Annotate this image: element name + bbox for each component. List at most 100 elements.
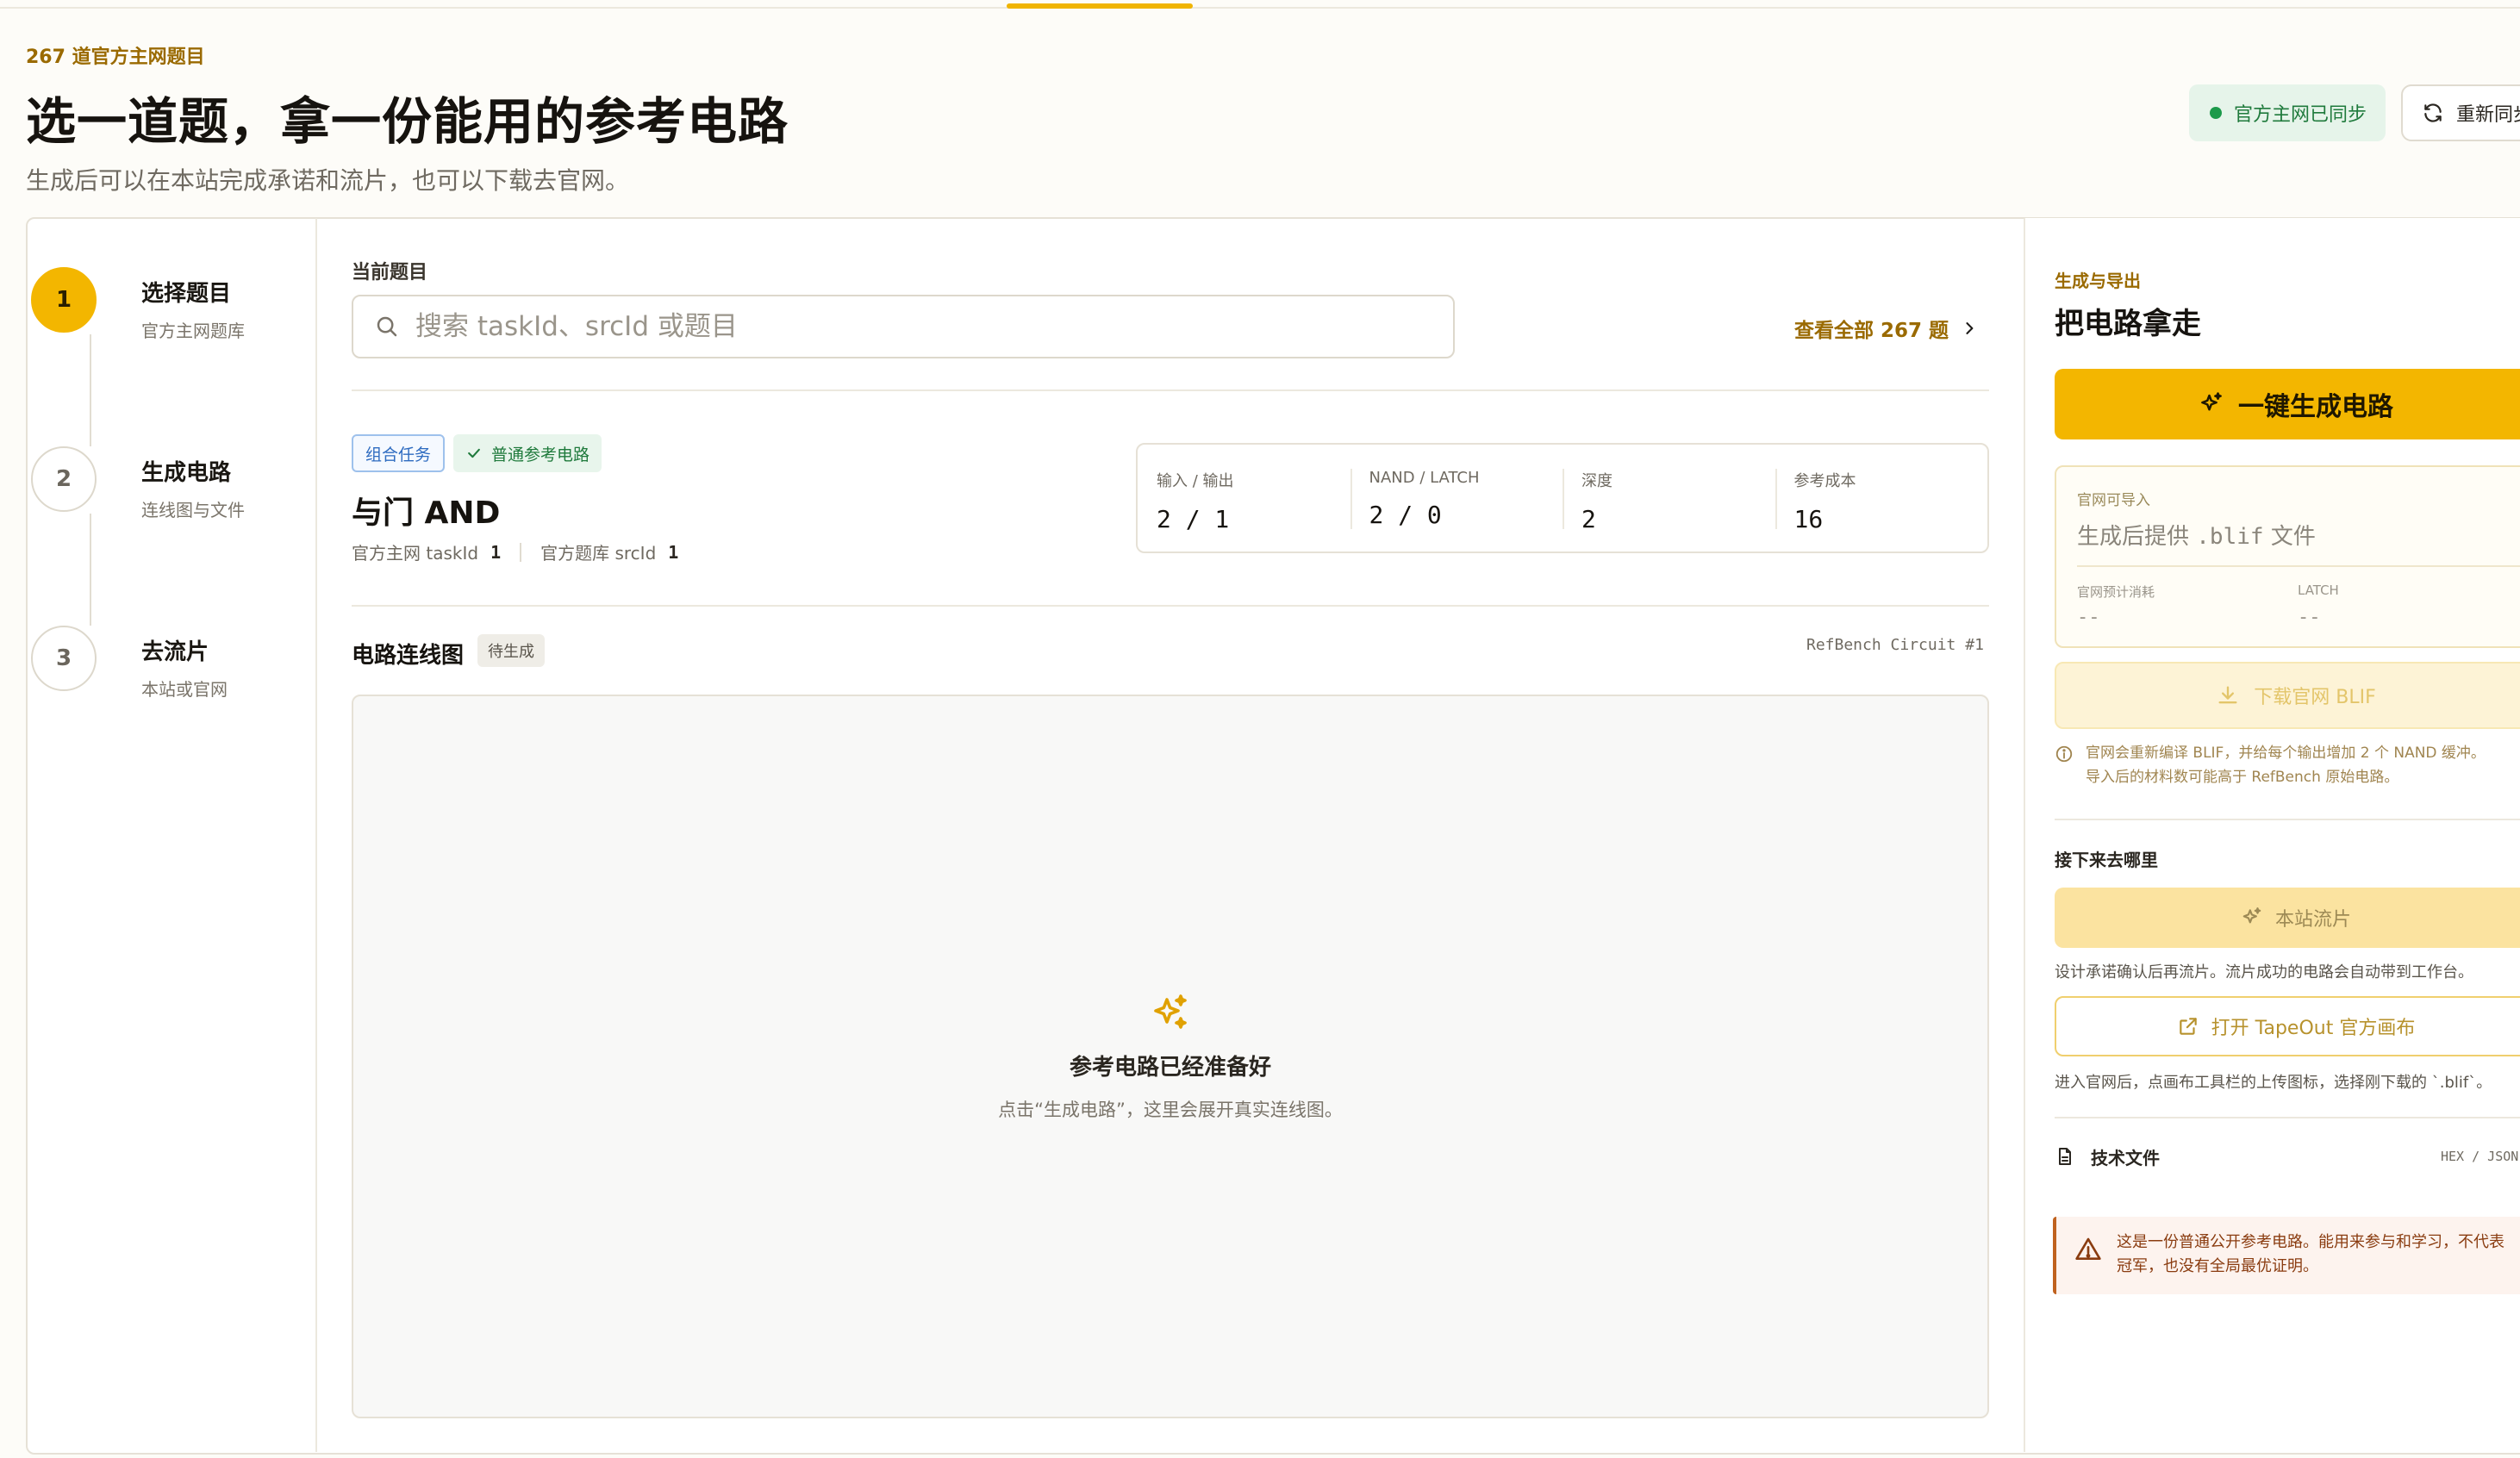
stat-label: 深度 [1581,472,1612,490]
refbench-label: RefBench Circuit #1 [1806,636,1984,654]
view-all-label: 查看全部 267 题 [1794,320,1949,342]
sparkles-icon [2201,392,2222,411]
import-text: 生成后提供 .blif 文件 [2077,519,2316,551]
circuit-type-tag: 普通参考电路 [453,434,602,472]
refresh-icon [2424,103,2442,122]
view-all-link[interactable]: 查看全部 267 题 [1794,314,1978,343]
current-task-label: 当前题目 [352,262,428,284]
id-separator [520,542,522,562]
cost-value: -- [2077,607,2100,628]
stat-value: 2 [1581,505,1596,533]
tapeout-caption: 设计承诺确认后再流片。流片成功的电路会自动带到工作台。 [2055,963,2473,981]
chevron-right-icon [1966,322,1974,334]
import-ext: .blif [2196,524,2264,550]
step-title: 生成电路 [141,460,232,486]
step-title: 选择题目 [141,281,232,307]
next-steps-label: 接下来去哪里 [2055,850,2158,870]
top-nav-underline [0,0,2520,9]
step-connector [90,514,91,626]
step-subtitle: 连线图与文件 [141,500,245,520]
download-label: 下载官网 BLIF [2254,687,2376,708]
stat-label: 参考成本 [1793,472,1856,490]
page-title: 选一道题，拿一份能用的参考电路 [26,92,789,151]
step-subtitle: 官方主网题库 [141,321,245,341]
step-subtitle: 本站或官网 [141,679,228,700]
stat-label: NAND / LATCH [1369,469,1480,487]
step-connector [90,334,91,446]
divider [2077,565,2520,567]
info-icon [2055,745,2073,763]
resync-label: 重新同步 [2456,104,2520,126]
reference-warning: 这是一份普通公开参考电路。能用来参与和学习，不代表 冠军，也没有全局最优证明。 [2053,1217,2520,1294]
stat-depth: 深度 2 [1563,445,1775,551]
task-ids: 官方主网 taskId 1 官方题库 srcId 1 [352,539,678,564]
task-stats: 输入 / 输出 2 / 1 NAND / LATCH 2 / 0 深度 2 参考… [1136,443,1989,553]
step-number: 3 [31,626,97,691]
search-field[interactable] [352,295,1455,358]
resync-button[interactable]: 重新同步 [2401,84,2520,141]
note-line: 导入后的材料数可能高于 RefBench 原始电路。 [2086,769,2399,786]
task-type-tag: 组合任务 [352,434,446,472]
stat-nand-latch: NAND / LATCH 2 / 0 [1350,445,1563,551]
tapeout-label: 本站流片 [2274,909,2351,931]
step-number: 2 [31,446,97,512]
stat-value: 2 / 0 [1369,501,1442,529]
external-link-icon [2179,1018,2197,1035]
stat-value: 2 / 1 [1157,505,1230,533]
sparkles-icon [2242,907,2261,924]
canvas-label: 打开 TapeOut 官方画布 [2211,1018,2416,1039]
task-title: 与门 AND [352,495,501,531]
active-tab-indicator [1007,3,1193,9]
sync-status-label: 官方主网已同步 [2234,104,2367,126]
note-line: 官网会重新编译 BLIF，并给每个输出增加 2 个 NAND 缓冲。 [2086,745,2486,762]
steps-sidebar [28,218,317,1452]
circuit-diagram-canvas[interactable]: 参考电路已经准备好 点击“生成电路”，这里会展开真实连线图。 [352,695,1989,1418]
page-subtitle: 生成后可以在本站完成承诺和流片，也可以下载去官网。 [26,166,630,195]
import-text-suffix: 文件 [2270,524,2316,550]
check-icon [468,448,480,458]
empty-state-title: 参考电路已经准备好 [1069,1055,1271,1081]
divider [352,389,1989,391]
search-input[interactable] [415,311,1432,342]
import-info-card: 官网可导入 生成后提供 .blif 文件 官网预计消耗 -- LATCH -- [2055,465,2520,648]
warning-icon [2075,1237,2101,1260]
stat-label: 输入 / 输出 [1157,472,1234,490]
warning-line: 这是一份普通公开参考电路。能用来参与和学习，不代表 [2117,1233,2504,1251]
export-title: 把电路拿走 [2055,307,2201,341]
page-kicker: 267 道官方主网题目 [26,47,205,68]
divider [2055,1117,2520,1118]
circuit-type-label: 普通参考电路 [491,445,590,464]
stat-ref-cost: 参考成本 16 [1775,445,1988,551]
open-official-canvas-button[interactable]: 打开 TapeOut 官方画布 [2055,996,2520,1056]
generate-label: 一键生成电路 [2238,392,2393,422]
download-blif-button[interactable]: 下载官网 BLIF [2055,662,2520,729]
task-id-value: 1 [490,541,502,563]
download-icon [2218,686,2237,704]
step-title: 去流片 [141,639,209,665]
diagram-status-badge: 待生成 [477,634,545,667]
tech-docs-row[interactable]: 技术文件 HEX / JSON [2055,1139,2520,1174]
site-tapeout-button[interactable]: 本站流片 [2055,888,2520,948]
import-label: 官网可导入 [2077,492,2150,509]
import-text-prefix: 生成后提供 [2077,524,2190,550]
diagram-title: 电路连线图 [352,643,465,669]
canvas-caption: 进入官网后，点画布工具栏的上传图标，选择刚下载的 `.blif`。 [2055,1074,2492,1092]
docs-label: 技术文件 [2091,1147,2160,1168]
stat-io: 输入 / 输出 2 / 1 [1138,445,1350,551]
docs-formats: HEX / JSON [2441,1149,2519,1164]
latch-label: LATCH [2298,583,2339,598]
search-icon [377,316,397,337]
warning-line: 冠军，也没有全局最优证明。 [2117,1257,2318,1275]
src-id-label: 官方题库 srcId [540,543,657,564]
generate-circuit-button[interactable]: 一键生成电路 [2055,369,2520,439]
src-id-value: 1 [668,541,679,563]
step-number: 1 [31,267,97,333]
sparkles-icon [1154,994,1187,1029]
export-kicker: 生成与导出 [2055,271,2141,291]
latch-value: -- [2298,607,2321,628]
status-dot-icon [2210,107,2222,119]
task-id-label: 官方主网 taskId [352,543,479,564]
stat-value: 16 [1793,505,1824,533]
blif-note: 官网会重新编译 BLIF，并给每个输出增加 2 个 NAND 缓冲。 导入后的材… [2055,741,2520,789]
divider [2055,819,2520,820]
